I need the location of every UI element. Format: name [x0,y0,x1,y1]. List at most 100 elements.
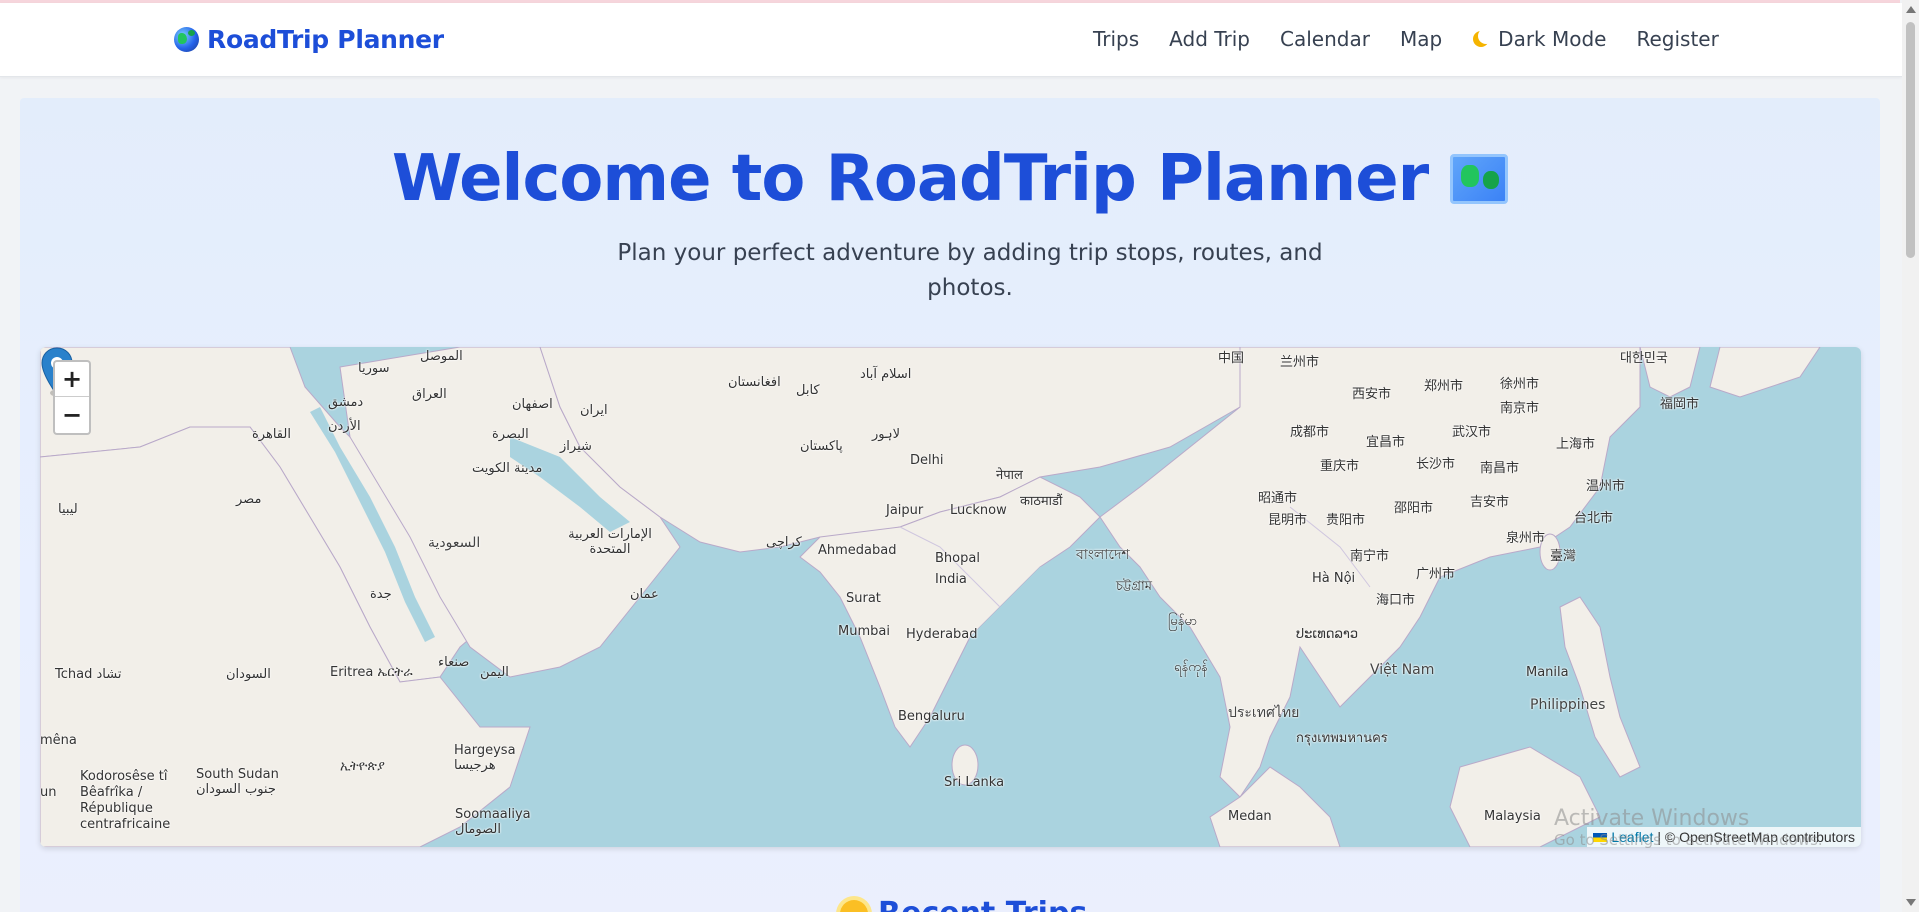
map-label: اليمن [480,665,509,680]
sun-icon [840,899,868,912]
map-label: شیراز [560,439,592,454]
map-label: Việt Nam [1370,662,1435,678]
map-label: Ahmedabad [818,543,897,558]
globe-icon [174,26,199,52]
map-label: Hargeysa هرجيسا [454,743,516,773]
map-label: القاهرة [252,427,291,442]
hero-section: Welcome to RoadTrip Planner Plan your pe… [20,98,1880,912]
map-label: 温州市 [1586,479,1626,494]
map-label: Bhopal [935,551,980,566]
map-label: Manila [1526,665,1569,680]
map-label: 武汉市 [1452,425,1492,440]
map-label: اصفهان [512,397,553,412]
map-label: البصرة [492,427,529,442]
map-label: ປະເທດລາວ [1296,627,1359,642]
map-label: 广州市 [1416,567,1456,582]
map-label: Tchad تشاد [55,667,122,682]
map-label: Hà Nội [1312,571,1356,586]
map-label: 邵阳市 [1394,501,1434,516]
map-label: عمان [630,587,659,602]
map-label: العراق [412,387,447,402]
nav-calendar-link[interactable]: Calendar [1280,27,1370,51]
map-label: काठमाडौं [1020,494,1063,509]
map-label: صنعاء [438,655,470,670]
map-label: 重庆市 [1320,459,1360,474]
map-label: جدة [370,587,392,602]
map-label: 吉安市 [1470,495,1510,510]
map-label: مدينة الكويت [472,461,543,476]
map-label: Delhi [910,453,944,468]
zoom-out-button[interactable]: − [55,397,89,432]
watermark-line1: Activate Windows [1554,806,1750,831]
nav-register-link[interactable]: Register [1636,27,1718,51]
map-label: الإمارات العربية المتحدة [568,527,652,557]
nav-add-trip-link[interactable]: Add Trip [1169,27,1250,51]
map-label: un [40,785,57,800]
map-label: 昆明市 [1268,513,1308,528]
map-label: Malaysia [1484,809,1541,824]
map-label: ရန်ကုန် [1174,660,1208,675]
hero-title-row: Welcome to RoadTrip Planner [20,142,1880,216]
scroll-down-arrow-icon[interactable] [1906,899,1916,906]
map-label: ایران [580,403,608,418]
map-container[interactable]: الموصل سوريا العراق دمشق الأردن القاهرة … [40,347,1861,847]
nav-map-link[interactable]: Map [1400,27,1442,51]
map-label: Hyderabad [906,627,978,642]
map-label: 海口市 [1376,593,1416,608]
map-label: پاکستان [800,439,843,454]
map-label: 昭通市 [1258,491,1298,506]
map-label: 贵阳市 [1326,513,1366,528]
map-label: 徐州市 [1500,377,1540,392]
map-label: Eritrea ኤርትራ [330,665,413,680]
map-label: ኢትዮጵያ [340,759,385,774]
nav-trips-link[interactable]: Trips [1093,27,1139,51]
dark-mode-toggle[interactable]: Dark Mode [1472,27,1606,51]
map-label: ليبيا [58,502,78,517]
map-label: 长沙市 [1416,457,1456,472]
map-label: South Sudan جنوب السودان [196,767,279,797]
map-label: افغانستان [728,375,781,390]
dark-mode-label: Dark Mode [1498,27,1607,51]
navbar: RoadTrip Planner Trips Add Trip Calendar… [0,3,1902,77]
map-label: کراچی [766,535,802,550]
map-label: سوريا [358,361,390,376]
map-label: 上海市 [1556,437,1596,452]
map-label: 福岡市 [1660,397,1700,412]
map-label: الأردن [328,419,361,434]
zoom-control: + − [53,360,91,435]
map-label: مصر [236,492,262,507]
map-label: 泉州市 [1506,531,1546,546]
map-label: کابل [796,383,820,398]
page-scrollbar[interactable] [1902,0,1919,912]
map-label: 中国 [1218,351,1245,366]
map-label: لاہور [872,427,901,442]
map-label: 郑州市 [1424,379,1464,394]
map-label: 南昌市 [1480,461,1520,476]
map-label: กรุงเทพมหานคร [1296,731,1388,746]
scroll-thumb[interactable] [1906,22,1915,258]
map-label: नेपाल [996,468,1023,483]
map-label: الموصل [420,349,463,364]
map-label: 台北市 [1574,511,1614,526]
map-label: Kodorosêse tî Bêafrîka / République cent… [80,769,171,832]
recent-trips-title: Recent Trips [878,896,1087,912]
map-label: Medan [1228,809,1272,824]
map-label: 대한민국 [1620,351,1668,366]
brand-name: RoadTrip Planner [207,24,444,54]
scroll-up-arrow-icon[interactable] [1906,6,1916,13]
map-label: Mumbai [838,624,890,639]
map-label: 南京市 [1500,401,1540,416]
recent-trips-heading: Recent Trips [840,896,1087,912]
map-label: Soomaaliya الصومال [455,807,531,837]
map-label: 南宁市 [1350,549,1390,564]
map-label: 臺灣 [1550,549,1577,564]
map-label: မြန်မာ [1168,614,1198,629]
brand-logo[interactable]: RoadTrip Planner [174,23,444,55]
map-label: India [935,572,967,587]
map-label: دمشق [328,395,364,410]
map-label: Surat [846,591,881,606]
world-map-icon [1450,154,1509,204]
zoom-in-button[interactable]: + [55,362,89,397]
windows-watermark: Activate Windows Go to Settings to activ… [1554,806,1823,849]
map-label: 西安市 [1352,387,1392,402]
